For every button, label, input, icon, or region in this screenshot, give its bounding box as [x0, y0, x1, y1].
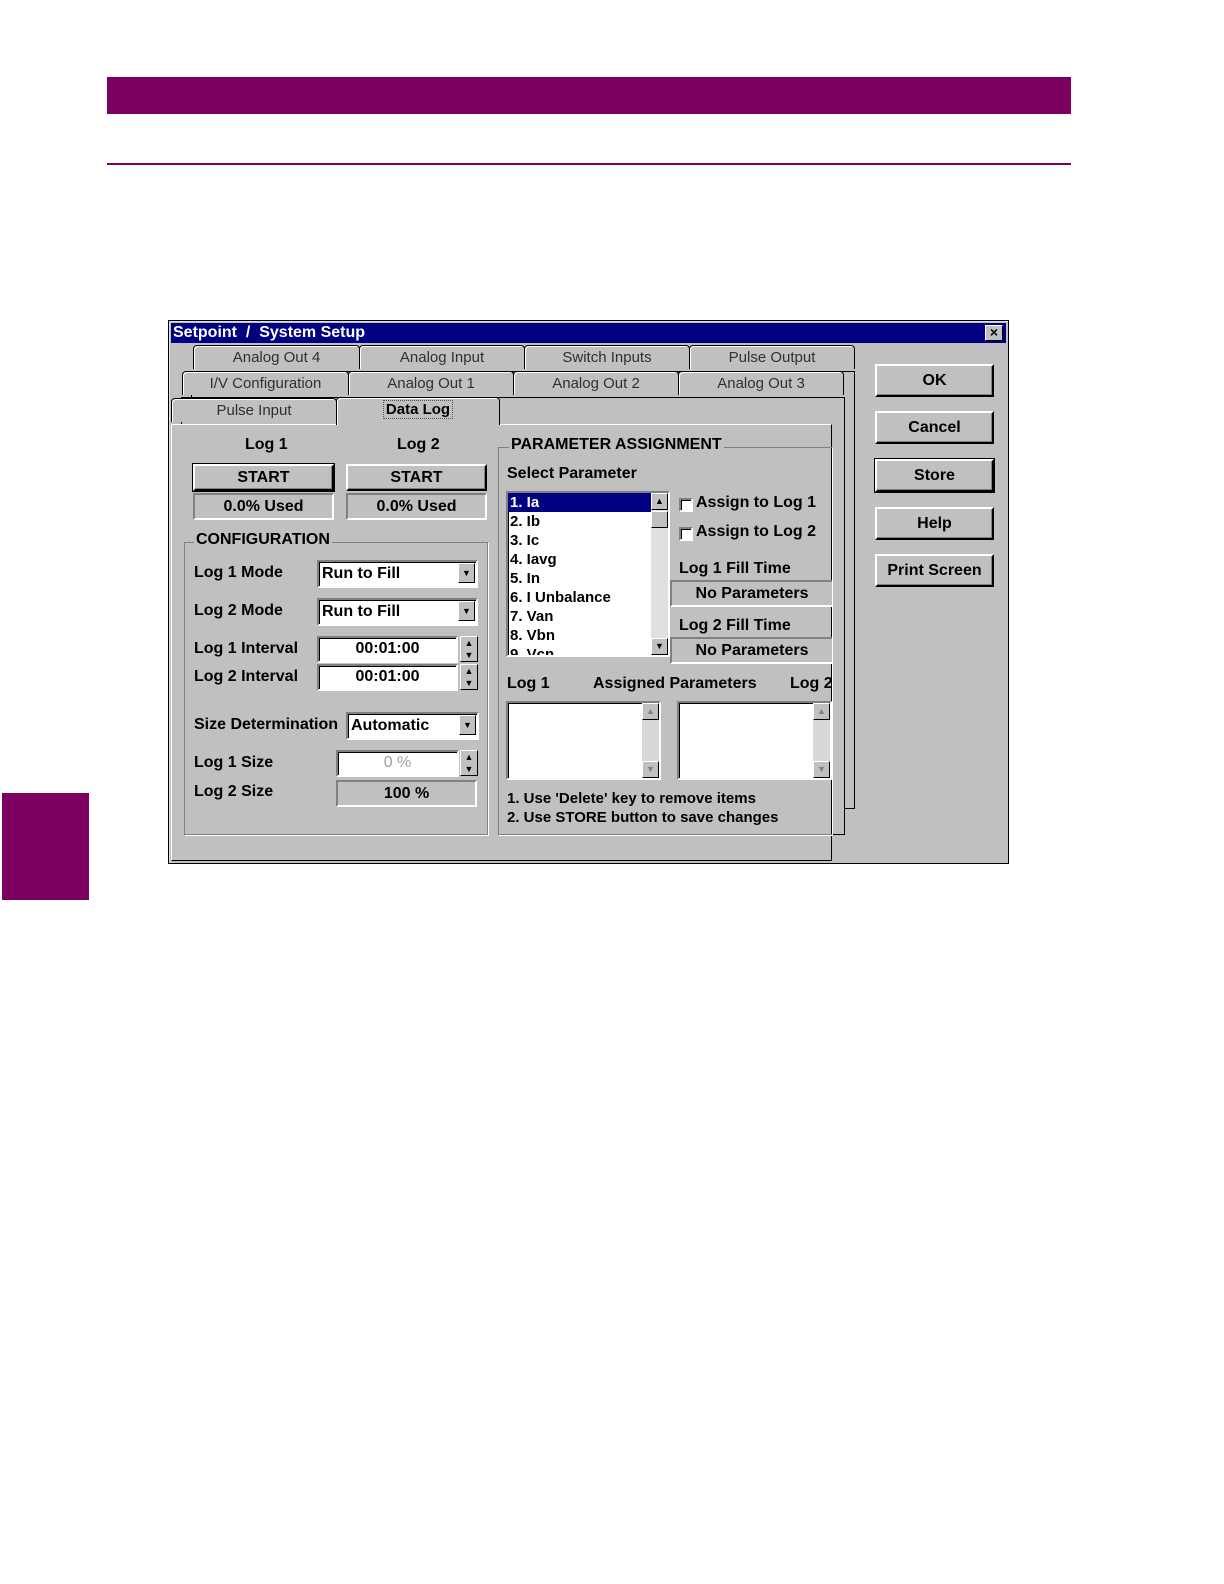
log1-used-display: 0.0% Used [193, 493, 334, 520]
list-item[interactable]: 7. Van [508, 607, 668, 626]
log1-fill-time-label: Log 1 Fill Time [679, 560, 791, 577]
tab-analog-input[interactable]: Analog Input [359, 345, 525, 369]
spin-updown-icon[interactable]: ▲ ▼ [460, 636, 478, 662]
scroll-thumb[interactable] [651, 511, 668, 528]
spin-updown-icon[interactable]: ▲ ▼ [460, 750, 478, 776]
scroll-down-icon[interactable]: ▼ [813, 761, 830, 778]
list-item[interactable]: 1. Ia [508, 493, 668, 512]
tab-pulse-output[interactable]: Pulse Output [689, 345, 855, 369]
tab-analog-out-3[interactable]: Analog Out 3 [678, 371, 844, 395]
log1-header: Log 1 [245, 436, 288, 453]
log2-mode-select[interactable]: Run to Fill ▼ [317, 598, 478, 626]
assigned-log2-label: Log 2 [790, 675, 832, 692]
delete-key-note: 1. Use 'Delete' key to remove items [507, 790, 756, 807]
log1-start-button[interactable]: START [192, 463, 335, 492]
cancel-button[interactable]: Cancel [875, 411, 994, 444]
assigned-log2-list[interactable]: ▲ ▼ [677, 701, 832, 780]
list-item[interactable]: 8. Vbn [508, 626, 668, 645]
assign-log1-checkbox[interactable] [679, 498, 693, 512]
ok-button[interactable]: OK [875, 364, 994, 397]
log1-interval-label: Log 1 Interval [194, 640, 299, 657]
tab-analog-out-2[interactable]: Analog Out 2 [513, 371, 679, 395]
tab-data-log[interactable]: Data Log [336, 397, 500, 425]
log1-fill-time-display: No Parameters [670, 580, 832, 607]
tab-pulse-input[interactable]: Pulse Input [171, 398, 337, 422]
title-bar: Setpoint / System Setup × [171, 323, 1006, 343]
header-rule [107, 163, 1071, 165]
log2-used-display: 0.0% Used [346, 493, 487, 520]
list-item[interactable]: 4. Iavg [508, 550, 668, 569]
log2-interval-input[interactable]: 00:01:00 [317, 664, 458, 691]
log2-interval-value: 00:01:00 [355, 668, 420, 685]
parameter-list-scrollbar[interactable]: ▲ ▼ [651, 493, 668, 655]
list-item[interactable]: 9. Vcn [508, 645, 668, 655]
assigned-parameters-label: Assigned Parameters [593, 675, 757, 692]
scroll-up-icon[interactable]: ▲ [651, 493, 668, 510]
scroll-down-icon[interactable]: ▼ [642, 761, 659, 778]
assigned-log1-scrollbar[interactable]: ▲ ▼ [642, 703, 659, 778]
chevron-down-icon[interactable]: ▼ [458, 601, 475, 621]
log1-size-label: Log 1 Size [194, 754, 274, 771]
help-button[interactable]: Help [875, 507, 994, 540]
store-button[interactable]: Store [874, 458, 995, 493]
log2-fill-time-label: Log 2 Fill Time [679, 617, 791, 634]
close-icon[interactable]: × [985, 325, 1003, 341]
assigned-log1-list[interactable]: ▲ ▼ [506, 701, 661, 780]
list-item[interactable]: 2. Ib [508, 512, 668, 531]
store-button-note: 2. Use STORE button to save changes [507, 809, 779, 826]
log2-start-button[interactable]: START [346, 464, 487, 491]
data-log-panel: Log 1 Log 2 START START 0.0% Used 0.0% U… [171, 424, 832, 861]
log2-fill-time-display: No Parameters [670, 637, 832, 664]
log1-interval-value: 00:01:00 [355, 640, 420, 657]
tab-analog-out-4[interactable]: Analog Out 4 [193, 345, 360, 369]
select-parameter-label: Select Parameter [507, 465, 637, 482]
header-band [107, 77, 1071, 114]
log1-mode-value: Run to Fill [322, 565, 401, 582]
tab-analog-out-1[interactable]: Analog Out 1 [348, 371, 514, 395]
scroll-up-icon[interactable]: ▲ [642, 703, 659, 720]
tab-iv-configuration[interactable]: I/V Configuration [182, 371, 349, 395]
log1-size-value: 0 % [383, 754, 412, 771]
log2-header: Log 2 [397, 436, 440, 453]
chevron-down-icon[interactable]: ▼ [459, 715, 476, 735]
setup-window: Setpoint / System Setup × Analog Out 4 A… [168, 320, 1009, 864]
tab-data-log-label: Data Log [382, 400, 454, 419]
chapter-side-tab [2, 793, 89, 900]
assign-log1-label[interactable]: Assign to Log 1 [696, 494, 816, 512]
scroll-up-icon[interactable]: ▲ [813, 703, 830, 720]
log2-mode-label: Log 2 Mode [194, 602, 283, 619]
log2-size-display: 100 % [336, 780, 477, 807]
window-title: Setpoint / System Setup [173, 324, 366, 341]
list-item[interactable]: 3. Ic [508, 531, 668, 550]
list-item[interactable]: 6. I Unbalance [508, 588, 668, 607]
log2-mode-value: Run to Fill [322, 603, 401, 620]
print-screen-button[interactable]: Print Screen [875, 554, 994, 587]
log2-size-label: Log 2 Size [194, 783, 274, 800]
chevron-down-icon[interactable]: ▼ [458, 563, 475, 583]
list-item[interactable]: 5. In [508, 569, 668, 588]
size-determination-select[interactable]: Automatic ▼ [346, 712, 479, 740]
log2-interval-label: Log 2 Interval [194, 668, 299, 685]
scroll-down-icon[interactable]: ▼ [651, 638, 668, 655]
spin-updown-icon[interactable]: ▲ ▼ [460, 664, 478, 690]
assigned-log2-scrollbar[interactable]: ▲ ▼ [813, 703, 830, 778]
log1-size-input[interactable]: 0 % [336, 750, 459, 777]
tab-switch-inputs[interactable]: Switch Inputs [524, 345, 690, 369]
log1-mode-select[interactable]: Run to Fill ▼ [317, 560, 478, 588]
log1-mode-label: Log 1 Mode [194, 564, 283, 581]
log1-interval-input[interactable]: 00:01:00 [317, 636, 458, 663]
parameter-list[interactable]: 1. Ia 2. Ib 3. Ic 4. Iavg 5. In 6. I Unb… [506, 491, 670, 657]
assign-log2-checkbox[interactable] [679, 527, 693, 541]
configuration-title: CONFIGURATION [194, 531, 332, 549]
assign-log2-label[interactable]: Assign to Log 2 [696, 523, 816, 541]
size-determination-value: Automatic [351, 717, 430, 734]
assigned-log1-label: Log 1 [507, 675, 550, 692]
parameter-assignment-title: PARAMETER ASSIGNMENT [509, 436, 724, 454]
size-determination-label: Size Determination [194, 716, 339, 733]
